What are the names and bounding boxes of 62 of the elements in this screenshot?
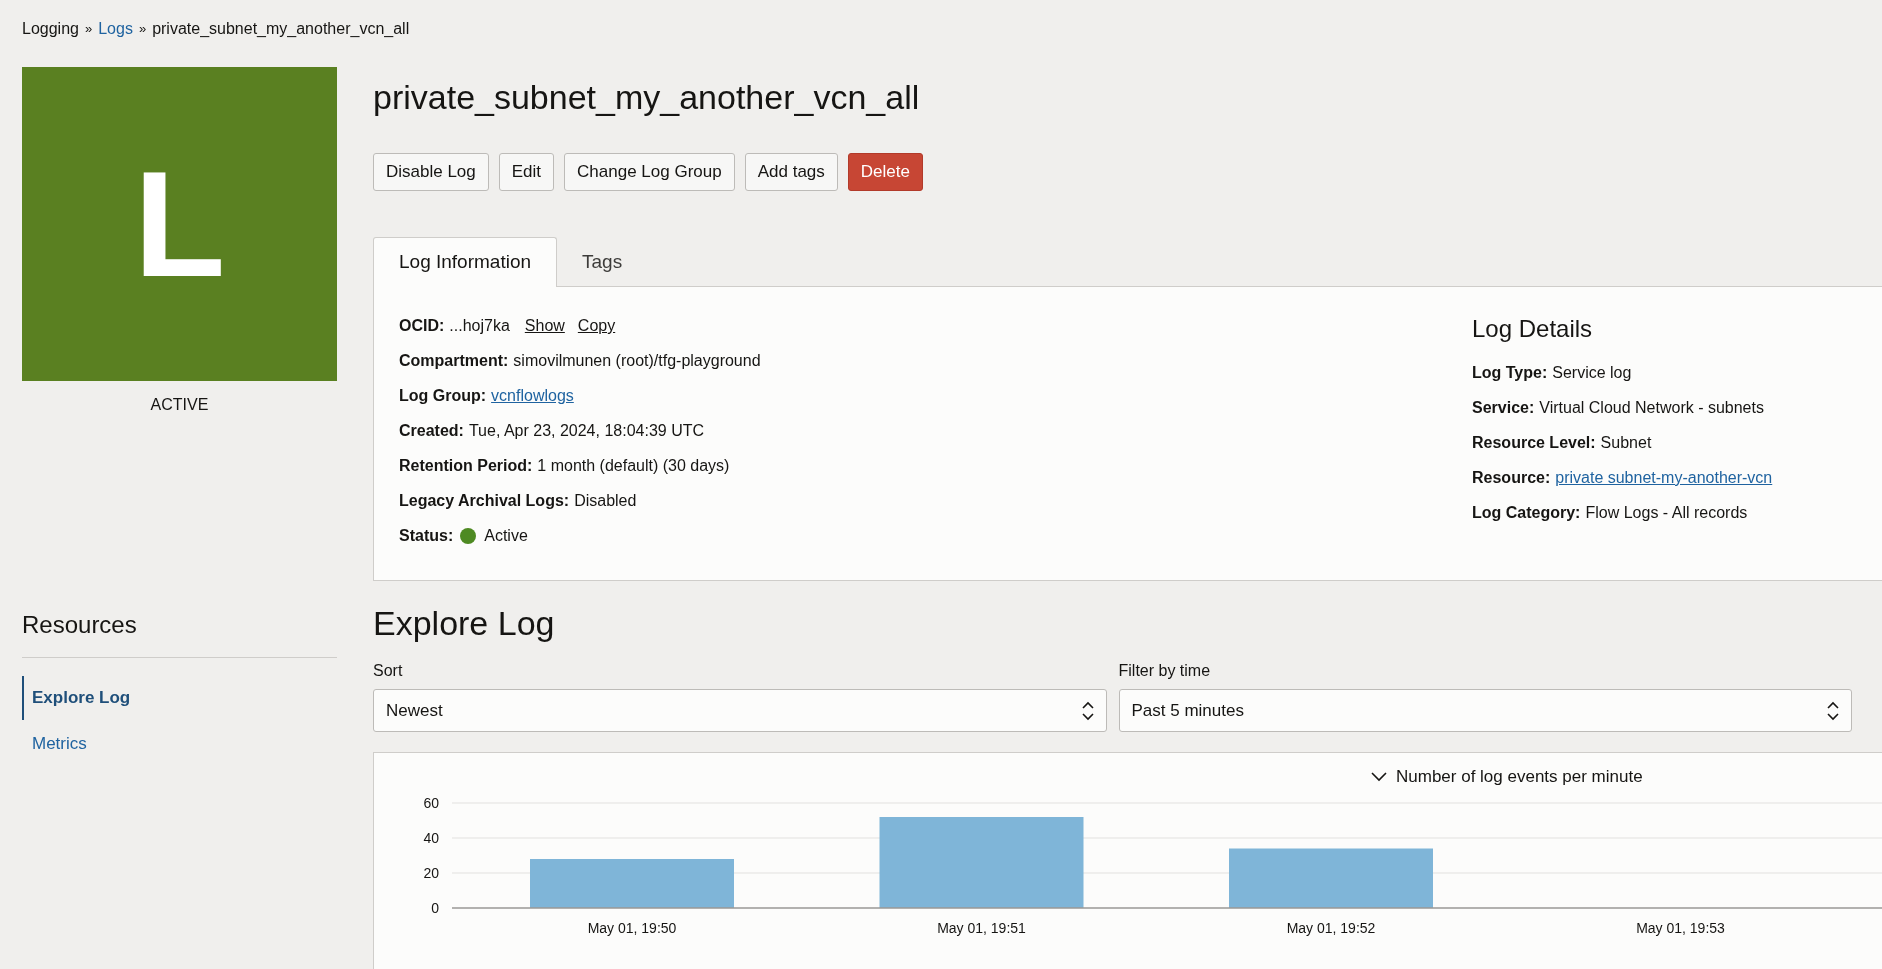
field-value: 1 month (default) (30 days) — [537, 456, 730, 476]
field-label: Sort — [373, 661, 404, 681]
axis-tick-label: May 01, 19:53 — [1636, 920, 1725, 936]
field-label: Log Group: — [399, 386, 487, 406]
lifecycle-state: ACTIVE — [149, 395, 210, 415]
field-value: Service log — [1552, 363, 1632, 383]
field-label: Status: — [399, 526, 454, 546]
axis-tick-label: 60 — [423, 795, 439, 811]
page-title: private_subnet_my_another_vcn_all — [373, 77, 921, 118]
section-heading: Explore Log — [373, 603, 556, 644]
field-value: Flow Logs - All records — [1585, 503, 1748, 523]
action-button[interactable]: Change Log Group — [564, 153, 735, 191]
tab[interactable]: Tags — [557, 237, 648, 287]
field-label: Log Category: — [1472, 503, 1581, 523]
field-value: Disabled — [574, 491, 637, 511]
text-link[interactable]: Show — [524, 314, 565, 338]
resources-heading: Resources — [22, 607, 337, 658]
field-link[interactable]: private subnet-my-another-vcn — [1555, 466, 1773, 490]
field-label: Resource Level: — [1472, 433, 1596, 453]
breadcrumb-item: private_subnet_my_another_vcn_all — [152, 19, 410, 39]
axis-tick-label: May 01, 19:51 — [937, 920, 1026, 936]
breadcrumb-separator: » — [84, 20, 93, 39]
field-value: Active — [484, 526, 528, 546]
delete-button[interactable]: Delete — [847, 153, 923, 191]
field-label: Log Type: — [1472, 363, 1548, 383]
field-value: Tue, Apr 23, 2024, 18:04:39 UTC — [468, 421, 704, 441]
sort-arrows-icon — [1827, 700, 1839, 721]
breadcrumb-item: Logging — [22, 19, 79, 39]
breadcrumb-link[interactable]: Logs — [98, 17, 133, 41]
field-label: Service: — [1472, 398, 1535, 418]
axis-tick-label: 0 — [431, 900, 439, 916]
sort-arrows-icon — [1081, 700, 1094, 721]
axis-tick-label: 40 — [423, 830, 439, 846]
field-label: Filter by time — [1118, 661, 1212, 681]
log-avatar: L — [22, 67, 337, 381]
action-button[interactable]: Add tags — [744, 153, 838, 191]
sidebar-link[interactable]: Metrics — [22, 722, 337, 766]
field-label: Compartment: — [399, 351, 509, 371]
field-label: Resource: — [1472, 468, 1551, 488]
axis-tick-label: May 01, 19:52 — [1286, 920, 1376, 936]
field-label: Legacy Archival Logs: — [399, 491, 570, 511]
field-link[interactable]: vcnflowlogs — [491, 384, 574, 408]
axis-tick-label: May 01, 19:50 — [587, 920, 677, 936]
axis-tick-label: 20 — [423, 865, 439, 881]
breadcrumb-separator: » — [138, 20, 147, 39]
action-button[interactable]: Disable Log — [373, 153, 489, 191]
field-label: Retention Period: — [399, 456, 533, 476]
legend-label: Number of log events per minute — [1396, 767, 1643, 786]
tab[interactable]: Log Information — [373, 237, 558, 287]
field-value: ...hoj7ka — [449, 316, 510, 336]
field-value: Virtual Cloud Network - subnets — [1539, 398, 1764, 418]
select-field[interactable]: Newest — [373, 689, 1107, 732]
field-value: simovilmunen (root)/tfg-playground — [513, 351, 761, 371]
action-button[interactable]: Edit — [498, 153, 555, 191]
log-details-heading: Log Details — [1472, 314, 1594, 344]
field-label: Created: — [399, 421, 464, 441]
chevron-down-icon[interactable] — [1371, 772, 1387, 782]
field-value: Subnet — [1600, 433, 1652, 453]
text-link[interactable]: Copy — [577, 314, 616, 338]
select-field[interactable]: Past 5 minutes — [1118, 689, 1852, 732]
sidebar-link[interactable]: Explore Log — [22, 676, 337, 720]
field-label: OCID: — [399, 316, 445, 336]
